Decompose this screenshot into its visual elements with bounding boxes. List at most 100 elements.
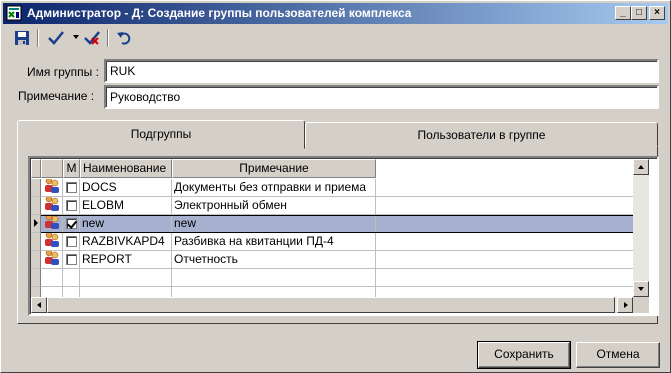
arrow-up-icon: [638, 165, 644, 169]
horizontal-scroll-thumb[interactable]: [47, 297, 615, 313]
row-indicator: [31, 251, 41, 269]
row-checkbox[interactable]: [65, 254, 77, 265]
header-icon: [41, 159, 63, 178]
group-name-field[interactable]: RUK: [104, 59, 659, 83]
toolbar-separator: [107, 29, 109, 47]
table-row[interactable]: RAZBIVKAPD4 Разбивка на квитанции ПД-4: [31, 233, 638, 251]
note-label: Примечание :: [18, 89, 95, 103]
row-note: Электронный обмен: [172, 197, 376, 215]
row-checkbox[interactable]: [65, 236, 77, 247]
user-group-icon: [43, 251, 61, 268]
row-icon-cell: [41, 269, 63, 287]
row-indicator: [31, 233, 41, 251]
save-toolbar-button[interactable]: [11, 27, 33, 49]
empty-row: [31, 269, 638, 287]
scroll-left-button[interactable]: [31, 297, 47, 313]
row-filler: [376, 179, 638, 197]
row-checkbox-cell: [63, 251, 80, 269]
table-row[interactable]: ELOBM Электронный обмен: [31, 197, 638, 215]
scroll-right-button[interactable]: [617, 297, 633, 313]
note-field[interactable]: Руководство: [104, 85, 659, 109]
save-icon: [15, 31, 29, 45]
group-name-label: Имя группы :: [27, 65, 99, 79]
row-checkbox[interactable]: [65, 200, 77, 211]
user-group-icon: [43, 197, 61, 214]
row-checkbox-cell: [63, 269, 80, 287]
row-checkbox-cell: [63, 233, 80, 251]
row-icon-cell: [41, 251, 63, 269]
app-icon: [6, 5, 22, 21]
row-checkbox-cell: [63, 197, 80, 215]
row-checkbox-cell: [63, 215, 80, 233]
header-m[interactable]: М: [63, 159, 80, 178]
dialog-window: Администратор - Д: Создание группы польз…: [0, 0, 671, 373]
apply-toolbar-button[interactable]: [45, 27, 67, 49]
user-group-icon: [43, 233, 61, 250]
minimize-button[interactable]: _: [615, 6, 631, 20]
row-name: [80, 269, 172, 287]
row-note: [172, 269, 376, 287]
row-checkbox[interactable]: [65, 218, 77, 229]
user-group-icon: [43, 179, 61, 196]
header-note[interactable]: Примечание: [172, 159, 376, 178]
window-title: Администратор - Д: Создание группы польз…: [27, 6, 412, 20]
row-filler: [376, 215, 638, 233]
header-name[interactable]: Наименование: [80, 159, 172, 178]
maximize-button[interactable]: □: [631, 6, 647, 20]
arrow-left-icon: [37, 302, 41, 308]
row-name: ELOBM: [80, 197, 172, 215]
row-icon-cell: [41, 215, 63, 233]
horizontal-scrollbar[interactable]: [31, 297, 633, 313]
arrow-down-icon: [638, 287, 644, 291]
arrow-right-icon: [624, 302, 628, 308]
row-note: Разбивка на квитанции ПД-4: [172, 233, 376, 251]
row-indicator: [31, 179, 41, 197]
cancel-check-icon: [84, 31, 100, 45]
cancel-check-toolbar-button[interactable]: [81, 27, 103, 49]
header-indicator: [31, 159, 41, 178]
row-filler: [376, 269, 638, 287]
tab-subgroups[interactable]: Подгруппы: [17, 120, 305, 149]
row-filler: [376, 197, 638, 215]
toolbar: [3, 26, 668, 50]
row-icon-cell: [41, 197, 63, 215]
undo-icon: [117, 32, 131, 45]
grid-header: М Наименование Примечание: [31, 159, 633, 178]
row-name: new: [80, 215, 172, 233]
row-indicator: [31, 269, 41, 287]
row-filler: [376, 233, 638, 251]
close-button[interactable]: ×: [649, 6, 665, 20]
row-checkbox-cell: [63, 179, 80, 197]
cancel-button[interactable]: Отмена: [576, 342, 660, 368]
table-row[interactable]: new new: [31, 215, 638, 233]
title-bar[interactable]: Администратор - Д: Создание группы польз…: [3, 3, 668, 24]
row-filler: [376, 251, 638, 269]
row-name: DOCS: [80, 179, 172, 197]
table-row[interactable]: REPORT Отчетность: [31, 251, 638, 269]
apply-check-icon: [48, 31, 64, 45]
row-note: new: [172, 215, 376, 233]
row-indicator: [31, 215, 41, 233]
row-indicator: [31, 197, 41, 215]
dropdown-arrow-icon[interactable]: [73, 35, 79, 39]
tab-users-in-group[interactable]: Пользователи в группе: [305, 122, 658, 147]
scroll-down-button[interactable]: [633, 281, 649, 297]
row-note: Документы без отправки и приема: [172, 179, 376, 197]
scroll-corner: [633, 297, 649, 313]
save-button[interactable]: Сохранить: [477, 341, 571, 369]
row-name: RAZBIVKAPD4: [80, 233, 172, 251]
row-icon-cell: [41, 233, 63, 251]
row-icon-cell: [41, 179, 63, 197]
table-row[interactable]: DOCS Документы без отправки и приема: [31, 179, 638, 197]
user-group-icon: [43, 215, 61, 232]
scroll-up-button[interactable]: [633, 159, 649, 175]
current-row-arrow-icon: [34, 219, 38, 227]
toolbar-separator: [37, 29, 39, 47]
vertical-scrollbar[interactable]: [633, 159, 649, 297]
row-name: REPORT: [80, 251, 172, 269]
header-filler: [376, 159, 633, 178]
row-checkbox[interactable]: [65, 182, 77, 193]
row-note: Отчетность: [172, 251, 376, 269]
undo-toolbar-button[interactable]: [113, 27, 135, 49]
subgroups-grid[interactable]: М Наименование Примечание DOCS Документы …: [28, 156, 659, 316]
